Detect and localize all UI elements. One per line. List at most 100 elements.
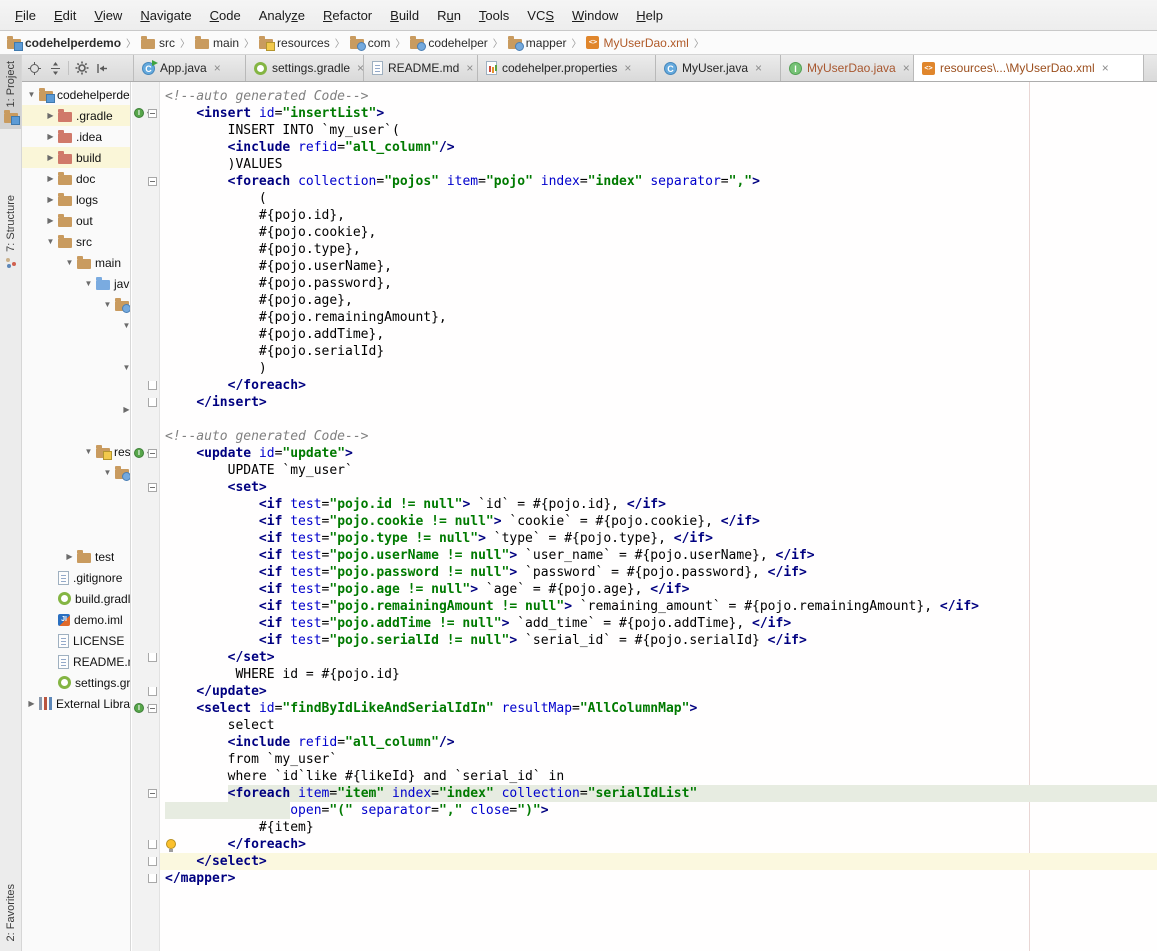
code-line[interactable]: <if test="pojo.type != null"> `type` = #… xyxy=(160,530,1157,547)
chevron-down-icon[interactable]: ▼ xyxy=(43,237,58,246)
tab-codehelper.properties[interactable]: codehelper.properties× xyxy=(478,55,656,81)
breadcrumb-item-codehelperdemo[interactable]: codehelperdemo xyxy=(7,36,121,50)
fold-end-icon[interactable] xyxy=(148,687,157,696)
fold-end-icon[interactable] xyxy=(148,381,157,390)
tree-row-external-libraries[interactable]: ▶External Libraries xyxy=(22,693,130,714)
fold-collapse-icon[interactable] xyxy=(148,789,157,798)
code-line[interactable]: from `my_user` xyxy=(160,751,1157,768)
menu-item-refactor[interactable]: Refactor xyxy=(314,1,381,30)
tree-row--gradle[interactable]: ▶.gradle xyxy=(22,105,130,126)
fold-collapse-icon[interactable] xyxy=(148,449,157,458)
code-line[interactable]: #{item} xyxy=(160,819,1157,836)
code-line[interactable]: </foreach> xyxy=(160,377,1157,394)
code-line[interactable]: </mapper> xyxy=(160,870,1157,887)
code-line[interactable]: </set> xyxy=(160,649,1157,666)
chevron-down-icon[interactable]: ▼ xyxy=(81,447,96,456)
code-line[interactable]: <!--auto generated Code--> xyxy=(160,428,1157,445)
tab-close-icon[interactable]: × xyxy=(214,61,221,75)
chevron-down-icon[interactable]: ▼ xyxy=(119,363,130,372)
fold-collapse-icon[interactable] xyxy=(148,704,157,713)
fold-end-icon[interactable] xyxy=(148,874,157,883)
code-line[interactable]: <if test="pojo.serialId != null"> `seria… xyxy=(160,632,1157,649)
tab-close-icon[interactable]: × xyxy=(466,61,473,75)
code-line[interactable]: <include refid="all_column"/> xyxy=(160,734,1157,751)
code-line[interactable]: <if test="pojo.password != null"> `passw… xyxy=(160,564,1157,581)
breadcrumb-item-com[interactable]: com xyxy=(350,36,391,50)
tree-row-main[interactable]: ▼main xyxy=(22,252,130,273)
code-line[interactable]: <select id="findByIdLikeAndSerialIdIn" r… xyxy=(160,700,1157,717)
code-line[interactable]: INSERT INTO `my_user`( xyxy=(160,122,1157,139)
mybatis-statement-icon[interactable] xyxy=(134,703,144,713)
menu-item-analyze[interactable]: Analyze xyxy=(250,1,314,30)
code-line[interactable]: #{pojo.id}, xyxy=(160,207,1157,224)
breadcrumb-item-codehelper[interactable]: codehelper xyxy=(410,36,487,50)
menu-item-tools[interactable]: Tools xyxy=(470,1,518,30)
editor-area[interactable]: ▾▾▾ <!--auto generated Code--> <insert i… xyxy=(132,82,1157,951)
tree-row-doc[interactable]: ▶doc xyxy=(22,168,130,189)
code-line[interactable]: WHERE id = #{pojo.id} xyxy=(160,666,1157,683)
code-line[interactable]: where `id`like #{likeId} and `serial_id`… xyxy=(160,768,1157,785)
fold-end-icon[interactable] xyxy=(148,398,157,407)
tab-settings.gradle[interactable]: settings.gradle× xyxy=(246,55,364,81)
code-line[interactable]: </select> xyxy=(160,853,1157,870)
tree-row-codehelperdemo[interactable]: ▼codehelperdemo xyxy=(22,84,130,105)
tree-row[interactable]: ▶ xyxy=(22,399,130,420)
code-line[interactable]: #{pojo.serialId} xyxy=(160,343,1157,360)
chevron-right-icon[interactable]: ▶ xyxy=(43,174,58,183)
code-line[interactable]: <update id="update"> xyxy=(160,445,1157,462)
code-line[interactable]: </insert> xyxy=(160,394,1157,411)
chevron-down-icon[interactable]: ▼ xyxy=(100,300,115,309)
tree-row[interactable]: ▼ xyxy=(22,315,130,336)
code-line[interactable]: <foreach item="item" index="index" colle… xyxy=(160,785,1157,802)
chevron-right-icon[interactable]: ▶ xyxy=(43,153,58,162)
tab-myuser.java[interactable]: MyUser.java× xyxy=(656,55,781,81)
mybatis-statement-icon[interactable] xyxy=(134,448,144,458)
mybatis-statement-icon[interactable] xyxy=(134,108,144,118)
tree-row-out[interactable]: ▶out xyxy=(22,210,130,231)
tree-row-build[interactable]: ▶build xyxy=(22,147,130,168)
fold-end-icon[interactable] xyxy=(148,653,157,662)
tab-myuserdao.java[interactable]: MyUserDao.java× xyxy=(781,55,914,81)
menu-item-help[interactable]: Help xyxy=(627,1,672,30)
chevron-down-icon[interactable]: ▼ xyxy=(62,258,77,267)
breadcrumb-item-src[interactable]: src xyxy=(141,36,175,50)
settings-gear-icon[interactable] xyxy=(73,60,90,77)
chevron-down-icon[interactable]: ▼ xyxy=(24,90,39,99)
tab-close-icon[interactable]: × xyxy=(755,61,762,75)
code-line[interactable]: <if test="pojo.userName != null"> `user_… xyxy=(160,547,1157,564)
tree-row-test[interactable]: ▶test xyxy=(22,546,130,567)
tab-readme.md[interactable]: README.md× xyxy=(364,55,478,81)
fold-collapse-icon[interactable] xyxy=(148,177,157,186)
code-line[interactable]: </update> xyxy=(160,683,1157,700)
code-line[interactable]: select xyxy=(160,717,1157,734)
tree-row-demo-iml[interactable]: demo.iml xyxy=(22,609,130,630)
breadcrumb-item-mapper[interactable]: mapper xyxy=(508,36,567,50)
tree-row[interactable]: ▼ xyxy=(22,294,130,315)
tab-resources-...-myuserdao.xml[interactable]: resources\...\MyUserDao.xml× xyxy=(914,55,1144,81)
code-line[interactable] xyxy=(160,411,1157,428)
code-line[interactable]: <if test="pojo.age != null"> `age` = #{p… xyxy=(160,581,1157,598)
code-line[interactable]: open="(" separator="," close=")"> xyxy=(160,802,1157,819)
editor-code[interactable]: <!--auto generated Code--> <insert id="i… xyxy=(160,82,1157,951)
code-line[interactable]: <insert id="insertList"> xyxy=(160,105,1157,122)
fold-end-icon[interactable] xyxy=(148,840,157,849)
breadcrumb-item-myuserdao.xml[interactable]: MyUserDao.xml xyxy=(586,36,688,50)
chevron-right-icon[interactable]: ▶ xyxy=(43,216,58,225)
breadcrumb-item-main[interactable]: main xyxy=(195,36,239,50)
tree-row[interactable]: ▼ xyxy=(22,357,130,378)
tool-window-button-project[interactable]: 1: Project xyxy=(0,55,21,129)
tree-row-resources[interactable]: ▼resources xyxy=(22,441,130,462)
chevron-down-icon[interactable]: ▼ xyxy=(119,321,130,330)
code-line[interactable]: )VALUES xyxy=(160,156,1157,173)
tree-row[interactable]: ▼ xyxy=(22,462,130,483)
code-line[interactable]: <include refid="all_column"/> xyxy=(160,139,1157,156)
scroll-from-source-icon[interactable] xyxy=(26,60,43,77)
code-line[interactable]: <if test="pojo.cookie != null"> `cookie`… xyxy=(160,513,1157,530)
menu-item-navigate[interactable]: Navigate xyxy=(131,1,200,30)
code-line[interactable]: <if test="pojo.addTime != null"> `add_ti… xyxy=(160,615,1157,632)
chevron-right-icon[interactable]: ▶ xyxy=(119,405,130,414)
fold-collapse-icon[interactable] xyxy=(148,483,157,492)
tree-row[interactable] xyxy=(22,525,130,546)
tree-row-settings-gradle[interactable]: settings.gradle xyxy=(22,672,130,693)
tree-row-readme-md[interactable]: README.md xyxy=(22,651,130,672)
